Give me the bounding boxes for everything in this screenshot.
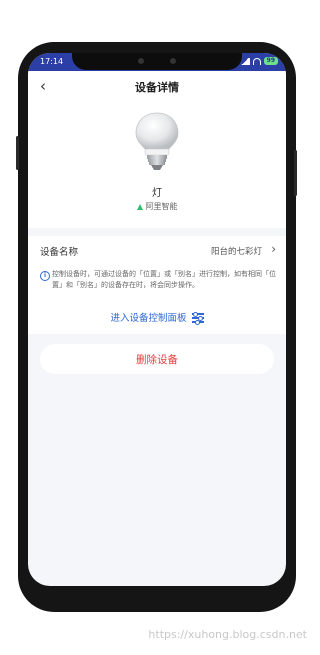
- device-name: 灯: [152, 188, 162, 199]
- info-text: 控制设备时，可通过设备的「位置」或「别名」进行控制，如有相同「位置」和「别名」的…: [52, 270, 276, 289]
- device-card: 灯 阿里智能: [28, 103, 286, 228]
- battery-icon: 99: [263, 57, 278, 65]
- camera-icon: [138, 58, 144, 64]
- delete-device-label: 删除设备: [136, 353, 178, 366]
- wifi-icon: [252, 57, 261, 65]
- sensor-icon: [170, 58, 176, 64]
- brand-label: 阿里智能: [28, 201, 286, 212]
- status-icons: 99: [239, 57, 278, 65]
- app-screen: 17:14 99 ‹ 设备详情 灯 阿里智能 设备名称 阳台的七彩灯 › i 控…: [28, 53, 286, 586]
- control-panel-link[interactable]: 进入设备控制面板: [28, 300, 286, 334]
- status-bar: 17:14 99: [28, 53, 286, 71]
- nav-bar: ‹ 设备详情: [28, 71, 286, 103]
- brand-logo-icon: [136, 203, 143, 210]
- brand-name: 阿里智能: [145, 202, 178, 211]
- device-name-row[interactable]: 设备名称 阳台的七彩灯 ›: [28, 236, 286, 264]
- status-time: 17:14: [40, 57, 64, 66]
- device-name-value: 阳台的七彩灯: [210, 247, 262, 257]
- control-panel-label: 进入设备控制面板: [110, 313, 187, 324]
- device-name-label: 设备名称: [40, 247, 79, 258]
- watermark-text: https://xuhong.blog.csdn.net: [148, 628, 307, 641]
- delete-device-button[interactable]: 删除设备: [40, 344, 274, 374]
- phone-side-button: [16, 136, 19, 170]
- signal-icon: [239, 57, 250, 65]
- camera-notch: [72, 53, 242, 70]
- info-notice: i 控制设备时，可通过设备的「位置」或「别名」进行控制，如有相同「位置」和「别名…: [28, 264, 286, 300]
- light-bulb-icon: [132, 111, 182, 173]
- info-icon: i: [40, 271, 50, 281]
- sliders-icon: [191, 311, 204, 325]
- page-title: 设备详情: [135, 81, 179, 94]
- phone-side-button: [294, 150, 297, 196]
- chevron-right-icon: ›: [271, 242, 276, 256]
